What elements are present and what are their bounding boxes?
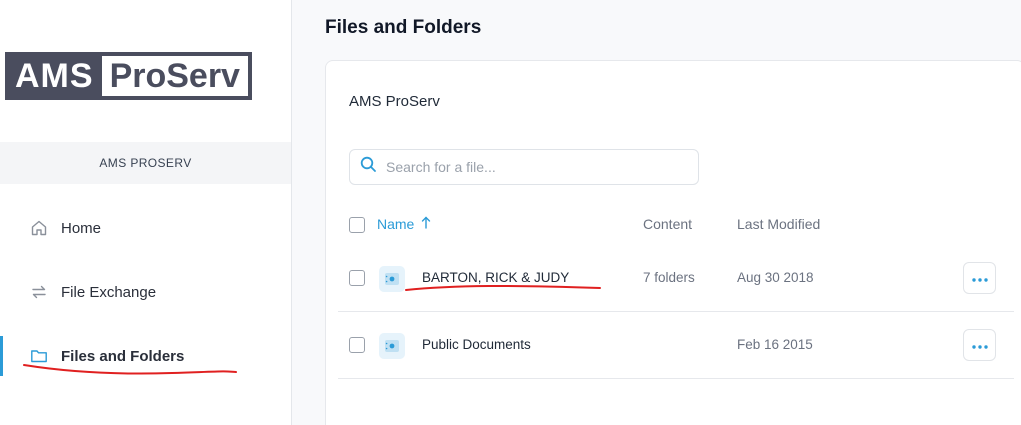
ellipsis-icon <box>971 269 988 287</box>
exchange-icon <box>30 283 48 301</box>
page-title: Files and Folders <box>325 17 482 38</box>
logo-left-text: AMS <box>5 52 102 100</box>
folder-icon <box>379 266 405 292</box>
logo-right-text: ProServ <box>101 52 252 100</box>
organization-name: AMS PROSERV <box>0 142 291 184</box>
column-header-content[interactable]: Content <box>643 216 692 232</box>
table-row[interactable]: Public Documents Feb 16 2015 <box>338 312 1014 379</box>
sidebar-item-home[interactable]: Home <box>0 208 291 248</box>
row-last-modified: Aug 30 2018 <box>737 270 814 285</box>
column-header-last-modified[interactable]: Last Modified <box>737 216 820 232</box>
search-icon <box>360 156 377 178</box>
column-header-name-label: Name <box>377 216 415 232</box>
row-last-modified: Feb 16 2015 <box>737 337 813 352</box>
sidebar: AMS ProServ AMS PROSERV Home File Exchan… <box>0 0 292 425</box>
sort-ascending-icon <box>421 216 431 232</box>
row-content: 7 folders <box>643 270 695 285</box>
sidebar-item-file-exchange[interactable]: File Exchange <box>0 272 291 312</box>
files-card: AMS ProServ Name Content Last Modified B… <box>325 60 1021 425</box>
row-checkbox[interactable] <box>349 270 365 286</box>
search-input[interactable] <box>386 159 686 175</box>
search-box[interactable] <box>349 149 699 185</box>
row-file-name[interactable]: Public Documents <box>422 337 531 352</box>
sidebar-item-label: Files and Folders <box>61 347 185 365</box>
row-checkbox[interactable] <box>349 337 365 353</box>
more-options-button[interactable] <box>963 329 996 361</box>
home-icon <box>30 219 48 237</box>
sidebar-item-label: File Exchange <box>61 283 157 301</box>
table-row[interactable]: BARTON, RICK & JUDY 7 folders Aug 30 201… <box>338 245 1014 312</box>
row-file-name[interactable]: BARTON, RICK & JUDY <box>422 270 569 285</box>
folder-icon <box>379 333 405 359</box>
select-all-checkbox[interactable] <box>349 217 365 233</box>
more-options-button[interactable] <box>963 262 996 294</box>
annotation-underline-row <box>405 284 601 291</box>
column-header-name[interactable]: Name <box>377 216 431 232</box>
brand-logo: AMS ProServ <box>5 52 252 100</box>
ellipsis-icon <box>971 336 988 354</box>
folder-icon <box>30 347 48 365</box>
sidebar-item-files-and-folders[interactable]: Files and Folders <box>0 336 291 376</box>
sidebar-item-label: Home <box>61 219 102 237</box>
card-title: AMS ProServ <box>349 93 440 110</box>
